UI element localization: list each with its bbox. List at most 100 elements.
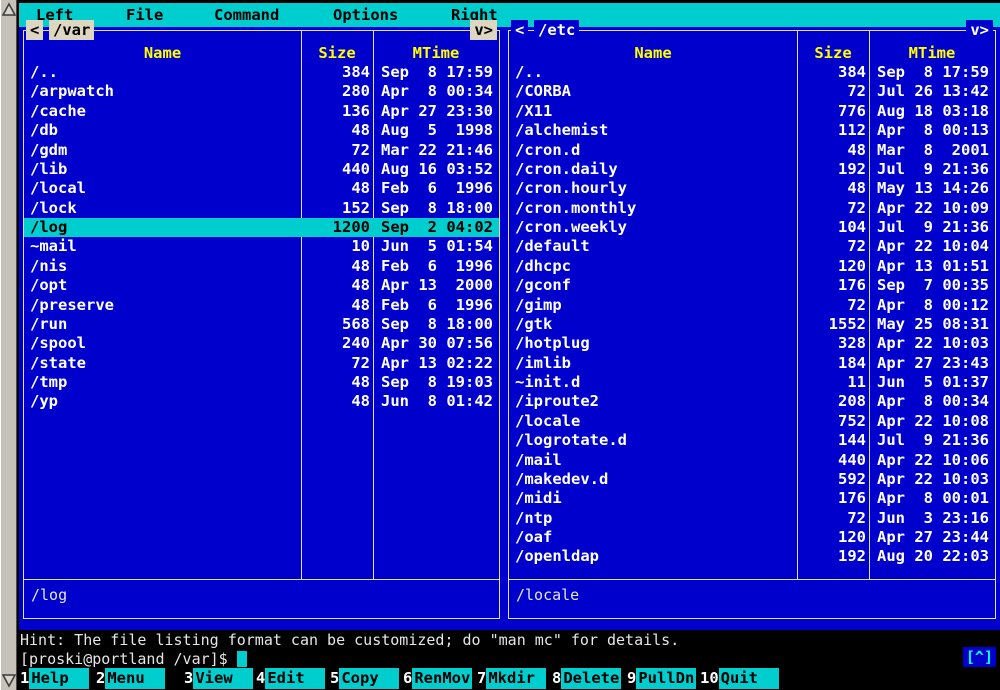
terminal-scrollbar[interactable]	[0, 0, 17, 690]
file-mtime: Jul 26 13:42	[869, 82, 995, 101]
menu-file[interactable]: File	[123, 5, 166, 25]
fkey-menu-button[interactable]: 2Menu	[96, 668, 165, 689]
file-name: /gtk	[509, 315, 797, 334]
file-row[interactable]: ~init.d11Jun 5 01:37	[509, 373, 995, 392]
fkey-pulldn-button[interactable]: 9PullDn	[627, 668, 696, 689]
file-row[interactable]: /iproute2208Apr 8 00:34	[509, 392, 995, 411]
file-row[interactable]: /dhcpc120Apr 13 01:51	[509, 257, 995, 276]
file-row[interactable]: /midi176Apr 8 00:01	[509, 489, 995, 508]
file-row[interactable]: /cron.weekly104Jul 9 21:36	[509, 218, 995, 237]
right-panel: < /etc v> Name Size MTime /..384Sep 8 17…	[508, 30, 996, 619]
fkey-renmov-button[interactable]: 6RenMov	[403, 668, 472, 689]
file-row[interactable]: /lock152Sep 8 18:00	[24, 199, 499, 218]
fkey-view-button[interactable]: 3View	[184, 668, 253, 689]
file-mtime: Apr 27 23:43	[869, 354, 995, 373]
menu-command[interactable]: Command	[211, 5, 282, 25]
file-row[interactable]: /spool240Apr 30 07:56	[24, 334, 499, 353]
file-size: 776	[797, 102, 869, 121]
file-row[interactable]: /cron.d48Mar 8 2001	[509, 141, 995, 160]
nav-history-forward-button[interactable]: v>	[470, 20, 497, 40]
file-row[interactable]: /local48Feb 6 1996	[24, 179, 499, 198]
file-row[interactable]: /alchemist112Apr 8 00:13	[509, 121, 995, 140]
file-mtime: Sep 2 04:02	[373, 218, 499, 237]
file-row[interactable]: /cron.monthly72Apr 22 10:09	[509, 199, 995, 218]
fkey-label: Quit	[719, 668, 779, 689]
file-name: /nis	[24, 257, 301, 276]
file-size: 176	[797, 489, 869, 508]
file-row[interactable]: /cron.daily192Jul 9 21:36	[509, 160, 995, 179]
file-size: 48	[797, 179, 869, 198]
file-row-selected[interactable]: /log1200Sep 2 04:02	[24, 218, 499, 237]
nav-back-button[interactable]: <	[26, 20, 43, 40]
file-size: 240	[301, 334, 373, 353]
nav-back-button[interactable]: <	[511, 20, 528, 40]
file-row[interactable]: /gdm72Mar 22 21:46	[24, 141, 499, 160]
file-row[interactable]: /makedev.d592Apr 22 10:03	[509, 470, 995, 489]
file-row[interactable]: /lib440Aug 16 03:52	[24, 160, 499, 179]
file-row[interactable]: /logrotate.d144Jul 9 21:36	[509, 431, 995, 450]
fkey-label: Menu	[105, 668, 165, 689]
file-size: 592	[797, 470, 869, 489]
file-row[interactable]: /cache136Apr 27 23:30	[24, 102, 499, 121]
left-panel: < /var v> Name Size MTime /..384Sep 8 17…	[23, 30, 500, 619]
file-row[interactable]: ~mail10Jun 5 01:54	[24, 237, 499, 256]
fkey-quit-button[interactable]: 10Quit	[700, 668, 779, 689]
file-row[interactable]: /tmp48Sep 8 19:03	[24, 373, 499, 392]
file-row[interactable]: /preserve48Feb 6 1996	[24, 296, 499, 315]
file-row[interactable]: /hotplug328Apr 22 10:03	[509, 334, 995, 353]
fkey-delete-button[interactable]: 8Delete	[552, 668, 621, 689]
file-row[interactable]: /locale752Apr 22 10:08	[509, 412, 995, 431]
fkey-edit-button[interactable]: 4Edit	[256, 668, 325, 689]
menu-options[interactable]: Options	[330, 5, 401, 25]
file-mtime: Jul 9 21:36	[869, 431, 995, 450]
file-row[interactable]: /imlib184Apr 27 23:43	[509, 354, 995, 373]
file-row[interactable]: /arpwatch280Apr 8 00:34	[24, 82, 499, 101]
file-row[interactable]: /run568Sep 8 18:00	[24, 315, 499, 334]
file-row[interactable]: /cron.hourly48May 13 14:26	[509, 179, 995, 198]
file-row[interactable]: /CORBA72Jul 26 13:42	[509, 82, 995, 101]
file-row[interactable]: /db48Aug 5 1998	[24, 121, 499, 140]
file-row[interactable]: /X11776Aug 18 03:18	[509, 102, 995, 121]
file-row[interactable]: /yp48Jun 8 01:42	[24, 392, 499, 411]
file-size: 144	[797, 431, 869, 450]
file-name: /gconf	[509, 276, 797, 295]
file-mtime: Sep 8 19:03	[373, 373, 499, 392]
file-row[interactable]: /ntp72Jun 3 23:16	[509, 509, 995, 528]
command-line[interactable]: [proski@portland /var]$	[20, 650, 247, 669]
file-row[interactable]: /nis48Feb 6 1996	[24, 257, 499, 276]
fkey-help-button[interactable]: 1Help	[20, 668, 89, 689]
fkey-mkdir-button[interactable]: 7Mkdir	[477, 668, 546, 689]
file-mtime: Apr 8 00:34	[869, 392, 995, 411]
left-panel-path[interactable]: /var	[49, 20, 94, 40]
file-row[interactable]: /oaf120Apr 27 23:44	[509, 528, 995, 547]
file-row[interactable]: /openldap192Aug 20 22:03	[509, 547, 995, 566]
file-row[interactable]: /opt48Apr 13 2000	[24, 276, 499, 295]
file-name: /imlib	[509, 354, 797, 373]
mini-status-divider	[24, 579, 499, 580]
file-row[interactable]: /default72Apr 22 10:04	[509, 237, 995, 256]
fkey-copy-button[interactable]: 5Copy	[330, 668, 399, 689]
file-mtime: Jul 9 21:36	[869, 218, 995, 237]
file-mtime: Jun 5 01:37	[869, 373, 995, 392]
file-row[interactable]: /mail440Apr 22 10:06	[509, 451, 995, 470]
file-row[interactable]: /gimp72Apr 8 00:12	[509, 296, 995, 315]
scrollbar-down-arrow-icon[interactable]	[2, 673, 16, 688]
file-mtime: Aug 16 03:52	[373, 160, 499, 179]
file-size: 48	[301, 373, 373, 392]
scrollbar-up-arrow-icon[interactable]	[2, 2, 16, 17]
hint-line: Hint: The file listing format can be cus…	[20, 631, 679, 650]
file-row[interactable]: /gconf176Sep 7 00:35	[509, 276, 995, 295]
mini-status: /log	[31, 585, 67, 605]
file-row[interactable]: /..384Sep 8 17:59	[24, 63, 499, 82]
file-size: 72	[797, 82, 869, 101]
file-name: /log	[24, 218, 301, 237]
file-name: /midi	[509, 489, 797, 508]
mc-screen: < /var v> Name Size MTime /..384Sep 8 17…	[19, 27, 1000, 630]
file-row[interactable]: /..384Sep 8 17:59	[509, 63, 995, 82]
nav-history-forward-button[interactable]: v>	[966, 20, 993, 40]
file-size: 48	[797, 141, 869, 160]
file-row[interactable]: /state72Apr 13 02:22	[24, 354, 499, 373]
file-name: /cron.d	[509, 141, 797, 160]
file-row[interactable]: /gtk1552May 25 08:31	[509, 315, 995, 334]
right-panel-path[interactable]: /etc	[534, 20, 579, 40]
